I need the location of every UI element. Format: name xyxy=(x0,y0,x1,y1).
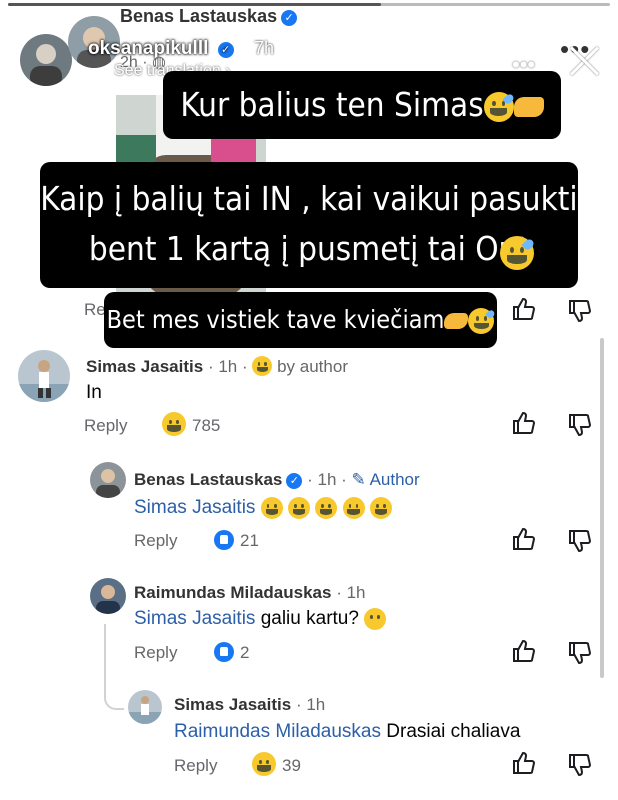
comment-text: Simas Jasaitis galiu kartu? xyxy=(134,608,387,630)
grinning-sweat-emoji-icon xyxy=(500,236,534,270)
avatar[interactable] xyxy=(128,690,162,724)
comment-author[interactable]: Simas Jasaitis · 1h xyxy=(174,695,325,715)
reaction-count[interactable]: 21 xyxy=(240,531,259,551)
reaction-count[interactable]: 785 xyxy=(192,416,220,436)
laughing-emoji-icon xyxy=(287,497,310,519)
laughing-emoji-icon xyxy=(369,497,392,519)
laughing-emoji-icon xyxy=(252,752,276,776)
thumbs-up-icon[interactable] xyxy=(510,296,536,322)
laughing-emoji-icon xyxy=(315,497,338,519)
post-author-name[interactable]: Benas Lastauskas ✓ xyxy=(120,6,298,27)
thread-connector xyxy=(104,624,124,710)
thumbs-down-icon[interactable] xyxy=(566,298,592,324)
story-progress-bar xyxy=(8,3,610,6)
laughing-emoji-icon xyxy=(252,356,273,376)
comment-text: Raimundas Miladauskas Drasiai chaliava xyxy=(174,721,521,742)
close-icon[interactable] xyxy=(567,44,601,78)
thumbs-up-icon[interactable] xyxy=(510,526,536,552)
verified-icon: ✓ xyxy=(281,10,298,26)
reaction-count[interactable]: 2 xyxy=(240,643,249,663)
story-avatar[interactable] xyxy=(20,34,72,86)
reaction-count[interactable]: 39 xyxy=(282,756,301,776)
story-text-sticker-2: Kaip į balių tai IN , kai vaikui pasukti… xyxy=(40,162,578,288)
story-time: 7h xyxy=(254,38,275,58)
mention-link[interactable]: Simas Jasaitis xyxy=(134,497,255,518)
comment-author[interactable]: Raimundas Miladauskas · 1h xyxy=(134,583,366,603)
like-reaction-icon xyxy=(214,530,234,550)
avatar[interactable] xyxy=(90,578,126,614)
story-text-sticker-1: Kur balius ten Simas xyxy=(163,71,561,139)
scrollbar[interactable] xyxy=(600,338,604,678)
thumbs-up-icon[interactable] xyxy=(510,750,536,776)
reply-link[interactable]: Reply xyxy=(134,531,177,551)
avatar[interactable] xyxy=(90,462,126,498)
handshake-emoji-icon xyxy=(513,96,544,117)
thumbs-down-icon[interactable] xyxy=(566,752,592,778)
verified-icon: ✓ xyxy=(286,473,303,489)
verified-icon: ✓ xyxy=(217,42,234,58)
reply-link[interactable]: Reply xyxy=(134,643,177,663)
laughing-emoji-icon xyxy=(162,412,186,436)
grinning-sweat-emoji-icon xyxy=(468,308,495,334)
comment-author[interactable]: Benas Lastauskas ✓ · 1h · ✎ Author xyxy=(134,470,420,490)
story-text-sticker-3: Bet mes vistiek tave kviečiam xyxy=(104,292,497,348)
comment-text: Simas Jasaitis xyxy=(134,497,392,519)
thumbs-up-icon[interactable] xyxy=(510,638,536,664)
thumbs-up-icon[interactable] xyxy=(510,410,536,436)
thumbs-down-icon[interactable] xyxy=(566,412,592,438)
comment-text: In xyxy=(86,382,102,403)
reply-link[interactable]: Reply xyxy=(174,756,217,776)
grinning-sweat-emoji-icon xyxy=(483,91,514,122)
laughing-emoji-icon xyxy=(342,497,365,519)
comment-author[interactable]: Simas Jasaitis · 1h · by author xyxy=(86,356,348,377)
author-badge: ✎ Author xyxy=(351,470,420,489)
thumbs-down-icon[interactable] xyxy=(566,640,592,666)
handshake-emoji-icon xyxy=(444,313,469,329)
mention-link[interactable]: Simas Jasaitis xyxy=(134,608,255,629)
mention-link[interactable]: Raimundas Miladauskas xyxy=(174,721,381,742)
avatar[interactable] xyxy=(18,350,70,402)
laughing-emoji-icon xyxy=(260,497,283,519)
thumbs-down-icon[interactable] xyxy=(566,528,592,554)
post-reply-link[interactable]: Re xyxy=(84,300,106,320)
slight-smile-emoji-icon xyxy=(364,608,387,630)
like-reaction-icon xyxy=(214,642,234,662)
reply-link[interactable]: Reply xyxy=(84,416,127,436)
laughing-emoji-row xyxy=(260,497,392,519)
